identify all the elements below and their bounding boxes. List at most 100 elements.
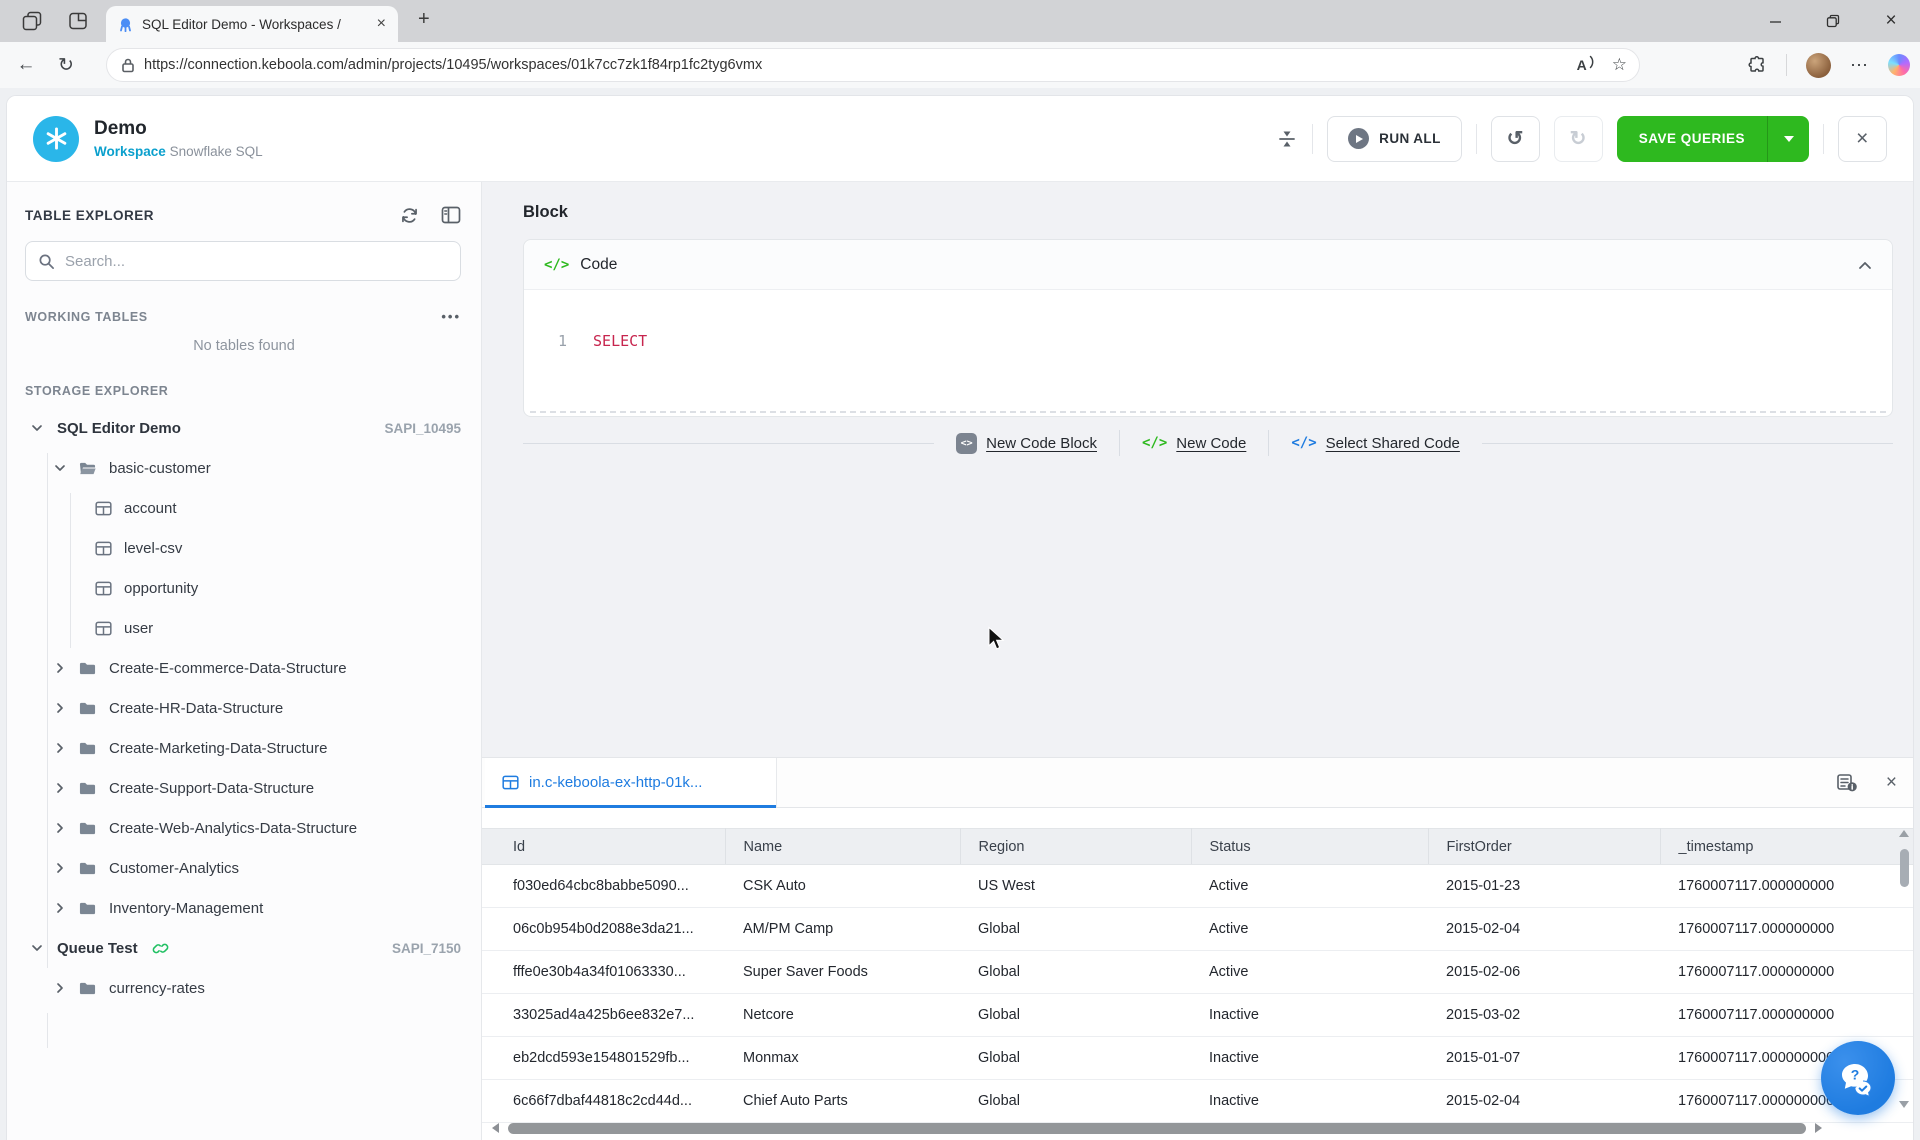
scroll-right-icon[interactable] bbox=[1815, 1123, 1822, 1133]
tree-item-bucket[interactable]: Inventory-Management bbox=[7, 888, 481, 928]
column-header[interactable]: Region bbox=[960, 829, 1191, 865]
chevron-up-icon[interactable] bbox=[1858, 260, 1872, 270]
tree-item-bucket[interactable]: Create-Support-Data-Structure bbox=[7, 768, 481, 808]
column-header[interactable]: Name bbox=[725, 829, 960, 865]
new-code-block-button[interactable]: <> New Code Block bbox=[956, 433, 1097, 454]
folder-icon bbox=[78, 900, 97, 917]
copilot-icon[interactable] bbox=[1888, 54, 1910, 76]
tab-actions-icon[interactable] bbox=[68, 11, 88, 31]
browser-menu-icon[interactable]: ⋯ bbox=[1850, 55, 1869, 76]
table-row[interactable]: eb2dcd593e154801529fb... Monmax Global I… bbox=[482, 1037, 1913, 1080]
back-icon[interactable]: ← bbox=[6, 54, 46, 76]
select-shared-code-button[interactable]: </> Select Shared Code bbox=[1291, 435, 1460, 452]
chevron-down-icon[interactable] bbox=[31, 422, 43, 434]
window-minimize-button[interactable] bbox=[1746, 0, 1804, 42]
table-icon bbox=[502, 775, 519, 790]
working-tables-menu-icon[interactable]: ••• bbox=[441, 309, 461, 324]
column-header[interactable]: Status bbox=[1191, 829, 1428, 865]
scroll-left-icon[interactable] bbox=[492, 1123, 499, 1133]
collapse-all-icon[interactable] bbox=[1276, 128, 1298, 150]
favorite-star-icon[interactable]: ☆ bbox=[1612, 55, 1627, 75]
tree-item-table[interactable]: opportunity bbox=[7, 568, 481, 608]
new-code-button[interactable]: </> New Code bbox=[1142, 435, 1246, 452]
chevron-right-icon[interactable] bbox=[54, 662, 66, 674]
search-input[interactable] bbox=[65, 253, 448, 270]
scroll-down-icon[interactable] bbox=[1899, 1101, 1909, 1108]
table-row[interactable]: 6c66f7dbaf44818c2cd44d... Chief Auto Par… bbox=[482, 1080, 1913, 1123]
scroll-up-icon[interactable] bbox=[1899, 830, 1909, 837]
workspace-breadcrumb-link[interactable]: Workspace bbox=[94, 144, 166, 159]
address-bar[interactable]: https://connection.keboola.com/admin/pro… bbox=[106, 48, 1640, 82]
chevron-right-icon[interactable] bbox=[54, 862, 66, 874]
tree-item-bucket[interactable]: currency-rates bbox=[7, 968, 481, 1008]
scrollbar-thumb[interactable] bbox=[508, 1123, 1806, 1134]
column-header[interactable]: FirstOrder bbox=[1428, 829, 1660, 865]
new-tab-button[interactable]: + bbox=[418, 8, 430, 31]
scrollbar-thumb[interactable] bbox=[1900, 849, 1909, 887]
tree-item-bucket[interactable]: Create-HR-Data-Structure bbox=[7, 688, 481, 728]
code-editor[interactable]: 1 SELECT bbox=[524, 290, 1892, 416]
tab-title: SQL Editor Demo - Workspaces / bbox=[142, 17, 368, 32]
workspaces-icon[interactable] bbox=[22, 11, 42, 31]
undo-button[interactable]: ↺ bbox=[1491, 116, 1540, 162]
column-header[interactable]: Id bbox=[482, 829, 725, 865]
chevron-down-icon[interactable] bbox=[54, 462, 66, 474]
tree-item-bucket[interactable]: Create-Marketing-Data-Structure bbox=[7, 728, 481, 768]
run-all-button[interactable]: RUN ALL bbox=[1327, 116, 1462, 162]
save-queries-dropdown[interactable] bbox=[1767, 116, 1809, 162]
redo-button[interactable]: ↻ bbox=[1554, 116, 1603, 162]
tree-item-table[interactable]: user bbox=[7, 608, 481, 648]
read-aloud-icon[interactable]: A bbox=[1577, 57, 1596, 73]
table-info-icon[interactable] bbox=[1836, 773, 1858, 793]
extensions-icon[interactable] bbox=[1747, 55, 1767, 75]
close-results-icon[interactable]: × bbox=[1886, 772, 1897, 794]
cell: AM/PM Camp bbox=[725, 908, 960, 951]
site-favicon bbox=[118, 17, 133, 32]
close-workspace-button[interactable]: × bbox=[1838, 116, 1887, 162]
url-text[interactable]: https://connection.keboola.com/admin/pro… bbox=[144, 57, 1577, 73]
editor-main: Block </> Code 1 SELECT bbox=[482, 182, 1913, 1140]
results-tab[interactable]: in.c-keboola-ex-http-01k... bbox=[485, 758, 777, 807]
table-icon bbox=[95, 541, 112, 556]
horizontal-scrollbar[interactable] bbox=[492, 1121, 1822, 1135]
browser-chrome: SQL Editor Demo - Workspaces / × + × ← ↻… bbox=[0, 0, 1920, 88]
tree-item-bucket[interactable]: Customer-Analytics bbox=[7, 848, 481, 888]
table-row[interactable]: 33025ad4a425b6ee832e7... Netcore Global … bbox=[482, 994, 1913, 1037]
table-row[interactable]: 06c0b954b0d2088e3da21... AM/PM Camp Glob… bbox=[482, 908, 1913, 951]
save-queries-button[interactable]: SAVE QUERIES bbox=[1617, 116, 1767, 162]
browser-tab[interactable]: SQL Editor Demo - Workspaces / × bbox=[106, 6, 398, 42]
chevron-right-icon[interactable] bbox=[54, 822, 66, 834]
refresh-icon[interactable] bbox=[400, 206, 419, 225]
reload-icon[interactable]: ↻ bbox=[46, 54, 86, 77]
column-header[interactable]: _timestamp bbox=[1660, 829, 1913, 865]
block-title: Block bbox=[523, 203, 568, 222]
tab-close-icon[interactable]: × bbox=[377, 15, 386, 33]
table-row[interactable]: f030ed64cbc8babbe5090... CSK Auto US Wes… bbox=[482, 865, 1913, 908]
tree-item-bucket[interactable]: Create-E-commerce-Data-Structure bbox=[7, 648, 481, 688]
code-block-header[interactable]: </> Code bbox=[524, 240, 1892, 290]
chevron-right-icon[interactable] bbox=[54, 982, 66, 994]
chevron-right-icon[interactable] bbox=[54, 782, 66, 794]
tree-item-label: Create-E-commerce-Data-Structure bbox=[109, 660, 347, 677]
tree-item-bucket[interactable]: basic-customer bbox=[7, 448, 481, 488]
chevron-right-icon[interactable] bbox=[54, 902, 66, 914]
tree-item-project[interactable]: Queue Test SAPI_7150 bbox=[7, 928, 481, 968]
table-row[interactable]: fffe0e30b4a34f01063330... Super Saver Fo… bbox=[482, 951, 1913, 994]
tree-item-label: Create-Support-Data-Structure bbox=[109, 780, 314, 797]
window-restore-button[interactable] bbox=[1804, 0, 1862, 42]
tree-item-table[interactable]: account bbox=[7, 488, 481, 528]
tree-item-table[interactable]: level-csv bbox=[7, 528, 481, 568]
toggle-panel-icon[interactable] bbox=[441, 206, 461, 225]
chevron-down-icon[interactable] bbox=[31, 942, 43, 954]
chevron-right-icon[interactable] bbox=[54, 742, 66, 754]
tree-item-project[interactable]: SQL Editor Demo SAPI_10495 bbox=[7, 408, 481, 448]
help-chat-button[interactable] bbox=[1821, 1041, 1895, 1115]
tree-item-label: Customer-Analytics bbox=[109, 860, 239, 877]
tree-item-bucket[interactable]: Create-Web-Analytics-Data-Structure bbox=[7, 808, 481, 848]
window-close-button[interactable]: × bbox=[1862, 0, 1920, 42]
vertical-scrollbar[interactable] bbox=[1897, 830, 1911, 1108]
chevron-right-icon[interactable] bbox=[54, 702, 66, 714]
profile-avatar[interactable] bbox=[1806, 53, 1831, 78]
search-box[interactable] bbox=[25, 241, 461, 281]
save-queries-split-button: SAVE QUERIES bbox=[1617, 116, 1809, 162]
